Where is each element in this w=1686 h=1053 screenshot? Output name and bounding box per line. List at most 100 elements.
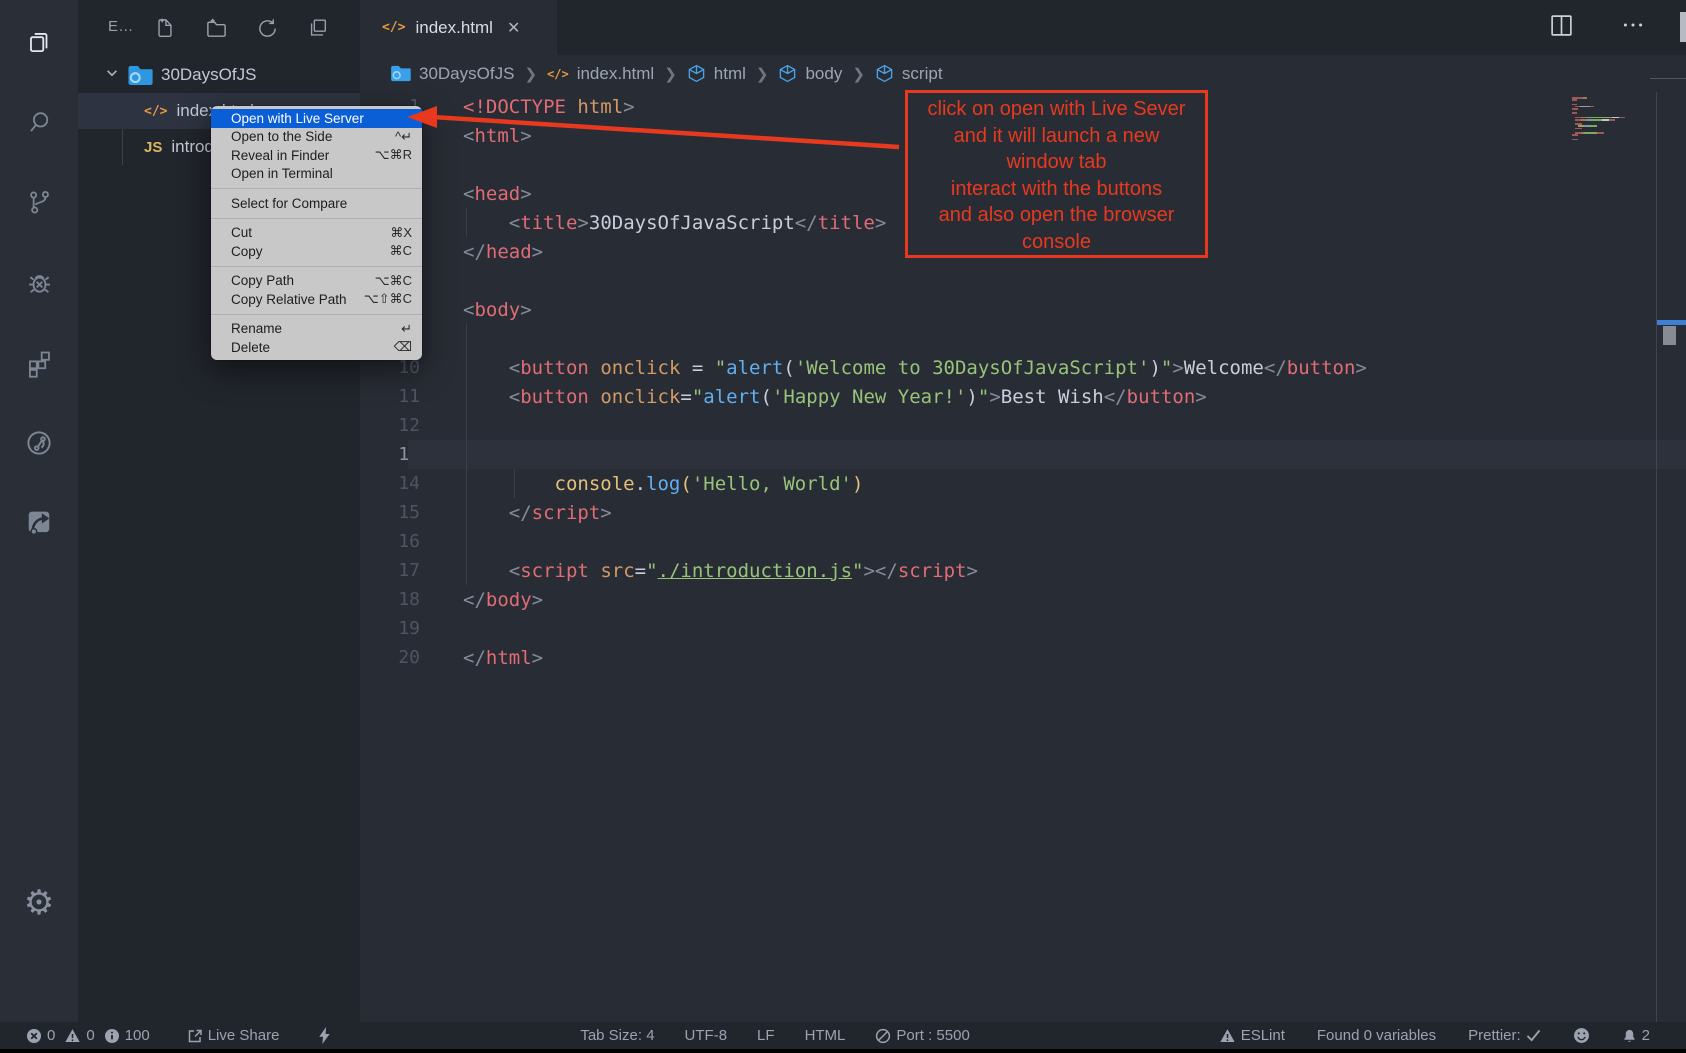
share-arrow-icon[interactable] — [0, 493, 78, 553]
window-bottom-edge — [0, 1049, 1686, 1053]
code-line-11: 11 <button onclick="alert('Happy New Yea… — [360, 382, 1686, 411]
code-text: <script src="./introduction.js"></script… — [463, 560, 978, 582]
code-text: </head> — [463, 241, 543, 263]
indent-guide — [466, 382, 467, 411]
menu-item-rename[interactable]: Rename↵ — [211, 320, 422, 339]
menu-separator — [211, 266, 422, 267]
notifications-status[interactable]: 2 — [1622, 1027, 1650, 1044]
code-text: <title>30DaysOfJavaScript</title> — [463, 212, 886, 234]
eol-status[interactable]: LF — [757, 1027, 775, 1044]
breadcrumb-file[interactable]: </> index.html — [547, 64, 654, 84]
breadcrumb-body[interactable]: body — [778, 64, 842, 84]
code-line-13: 13 <script> — [360, 440, 1686, 469]
encoding-status[interactable]: UTF-8 — [685, 1027, 728, 1044]
tab-size-status[interactable]: Tab Size: 4 — [580, 1027, 654, 1044]
prettier-status[interactable]: Prettier: — [1468, 1027, 1541, 1044]
search-icon[interactable] — [0, 92, 78, 152]
new-file-icon[interactable] — [153, 16, 177, 40]
port-status[interactable]: Port : 5500 — [875, 1027, 969, 1044]
live-share-circle-icon[interactable] — [0, 413, 78, 473]
menu-item-copy-relative-path[interactable]: Copy Relative Path⌥⇧⌘C — [211, 290, 422, 309]
collapse-all-icon[interactable] — [306, 16, 330, 40]
minimap[interactable] — [1572, 97, 1652, 141]
menu-item-copy[interactable]: Copy⌘C — [211, 242, 422, 261]
info-status[interactable]: 100 — [104, 1027, 150, 1044]
info-icon — [104, 1028, 120, 1044]
code-line-18: 18 </body> — [360, 585, 1686, 614]
menu-item-shortcut: ⌘X — [390, 225, 412, 241]
code-line-8: 8<body> — [360, 295, 1686, 324]
scrollbar-top-strip — [1680, 12, 1686, 42]
activity-bar: ⚙ — [0, 0, 78, 1022]
new-folder-icon[interactable] — [204, 16, 228, 40]
gear-icon[interactable]: ⚙ — [0, 873, 78, 933]
debug-icon[interactable] — [0, 253, 78, 313]
errors-status[interactable]: 0 — [26, 1027, 55, 1044]
js-icon: JS — [144, 139, 162, 156]
current-line-highlight — [408, 440, 1686, 469]
share-icon — [187, 1028, 203, 1044]
indent-guide — [466, 556, 467, 585]
context-menu: Open with Live ServerOpen to the Side^↵R… — [211, 106, 422, 360]
folder-icon — [390, 65, 411, 82]
bell-icon — [1622, 1028, 1637, 1044]
code-line-14: 14 console.log('Hello, World') — [360, 469, 1686, 498]
annotation-text: and also open the browser — [939, 202, 1175, 229]
close-icon[interactable]: ✕ — [507, 18, 520, 38]
code-line-9: 9 — [360, 324, 1686, 353]
menu-separator — [211, 314, 422, 315]
code-line-20: 20</html> — [360, 643, 1686, 672]
more-actions-icon[interactable] — [1620, 12, 1646, 43]
menu-item-label: Open to the Side — [231, 129, 395, 144]
menu-item-label: Rename — [231, 321, 401, 336]
live-share-status[interactable]: Live Share — [187, 1027, 280, 1044]
language-status[interactable]: HTML — [805, 1027, 846, 1044]
menu-separator — [211, 188, 422, 189]
lightning-status[interactable] — [318, 1027, 331, 1044]
refresh-icon[interactable] — [255, 16, 279, 40]
eslint-status[interactable]: ESLint — [1219, 1027, 1285, 1044]
variables-status[interactable]: Found 0 variables — [1317, 1027, 1436, 1044]
code-text: </html> — [463, 647, 543, 669]
files-icon[interactable] — [0, 12, 78, 72]
menu-item-reveal-in-finder[interactable]: Reveal in Finder⌥⌘R — [211, 146, 422, 165]
annotation-text: window tab — [1006, 149, 1106, 176]
code-text: </body> — [463, 589, 543, 611]
menu-item-shortcut: ⌥⇧⌘C — [364, 291, 412, 307]
menu-item-delete[interactable]: Delete⌫ — [211, 338, 422, 357]
tree-root-label: 30DaysOfJS — [161, 65, 256, 85]
feedback-status[interactable] — [1573, 1027, 1590, 1044]
menu-item-label: Copy — [231, 244, 390, 259]
code-line-15: 15 </script> — [360, 498, 1686, 527]
extensions-icon[interactable] — [0, 333, 78, 393]
breadcrumb-script[interactable]: script — [875, 64, 943, 84]
annotation-text: interact with the buttons — [951, 176, 1162, 203]
menu-item-copy-path[interactable]: Copy Path⌥⌘C — [211, 272, 422, 291]
line-number: 18 — [360, 589, 420, 610]
code-text: <button onclick = "alert('Welcome to 30D… — [463, 357, 1367, 379]
menu-item-shortcut: ⌥⌘C — [375, 273, 412, 289]
tab-bar: </> index.html ✕ — [360, 0, 1686, 55]
source-control-icon[interactable] — [0, 172, 78, 232]
scrollbar-thumb[interactable] — [1663, 326, 1676, 345]
tree-root-folder[interactable]: 30DaysOfJS — [78, 57, 360, 93]
html-code-icon: </> — [144, 104, 167, 119]
split-editor-icon[interactable] — [1549, 13, 1574, 43]
menu-item-shortcut: ⌥⌘R — [375, 147, 412, 163]
tab-index-html[interactable]: </> index.html ✕ — [360, 0, 557, 55]
warning-icon — [1219, 1028, 1236, 1044]
menu-item-open-in-terminal[interactable]: Open in Terminal — [211, 165, 422, 184]
indent-guide — [466, 440, 467, 469]
breadcrumb-folder[interactable]: 30DaysOfJS — [390, 64, 514, 84]
code-text: <body> — [463, 299, 532, 321]
menu-item-select-for-compare[interactable]: Select for Compare — [211, 194, 422, 213]
breadcrumb-html[interactable]: html — [687, 64, 746, 84]
menu-item-label: Cut — [231, 225, 390, 240]
menu-item-open-with-live-server[interactable]: Open with Live Server — [211, 109, 422, 128]
menu-separator — [211, 218, 422, 219]
code-text: <head> — [463, 183, 532, 205]
warnings-status[interactable]: 0 — [64, 1027, 94, 1044]
code-text: console.log('Hello, World') — [463, 473, 863, 495]
menu-item-cut[interactable]: Cut⌘X — [211, 224, 422, 243]
menu-item-open-to-the-side[interactable]: Open to the Side^↵ — [211, 128, 422, 147]
